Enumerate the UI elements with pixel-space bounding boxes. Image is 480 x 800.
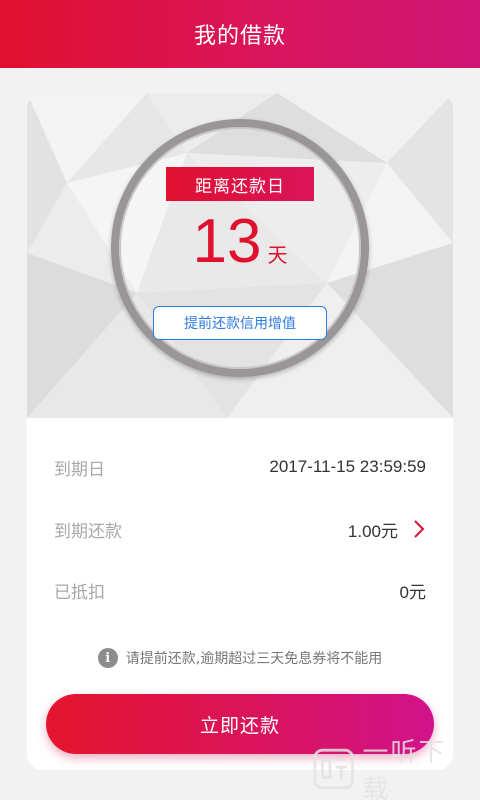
deducted-label: 已抵扣: [54, 582, 105, 603]
page-title: 我的借款: [193, 24, 286, 49]
days-unit: 天: [267, 243, 288, 267]
due-amount-value: 1.00元: [347, 521, 398, 541]
repay-notice: i 请提前还款,逾期超过三天免息券将不能用: [27, 643, 453, 673]
due-date-value: 2017-11-15 23:59:59: [269, 457, 426, 476]
notice-text: 请提前还款,逾期超过三天免息券将不能用: [125, 651, 383, 667]
due-date-label: 到期日: [54, 459, 105, 480]
due-date-row: 到期日 2017-11-15 23:59:59: [54, 447, 426, 487]
deducted-value: 0元: [399, 582, 426, 602]
watermark: 一听下载: [313, 738, 468, 800]
countdown-label: 距离还款日: [166, 167, 314, 201]
due-amount-row[interactable]: 到期还款 1.00元: [54, 509, 426, 549]
countdown-hero: 距离还款日 13 天 提前还款信用增值: [27, 93, 453, 418]
deducted-row: 已抵扣 0元: [54, 570, 426, 610]
watermark-logo-icon: [313, 748, 354, 790]
days-remaining: 13 天: [147, 211, 333, 291]
info-icon: i: [97, 648, 118, 668]
app-header: 我的借款: [0, 0, 480, 68]
loan-card: 距离还款日 13 天 提前还款信用增值 到期日 2017-11-15 23:59…: [27, 93, 453, 770]
days-number: 13: [192, 207, 262, 276]
early-repay-credit-button[interactable]: 提前还款信用增值: [153, 306, 327, 340]
due-amount-label: 到期还款: [54, 521, 122, 542]
chevron-right-icon[interactable]: [412, 518, 426, 540]
watermark-text: 一听下载: [362, 738, 447, 800]
